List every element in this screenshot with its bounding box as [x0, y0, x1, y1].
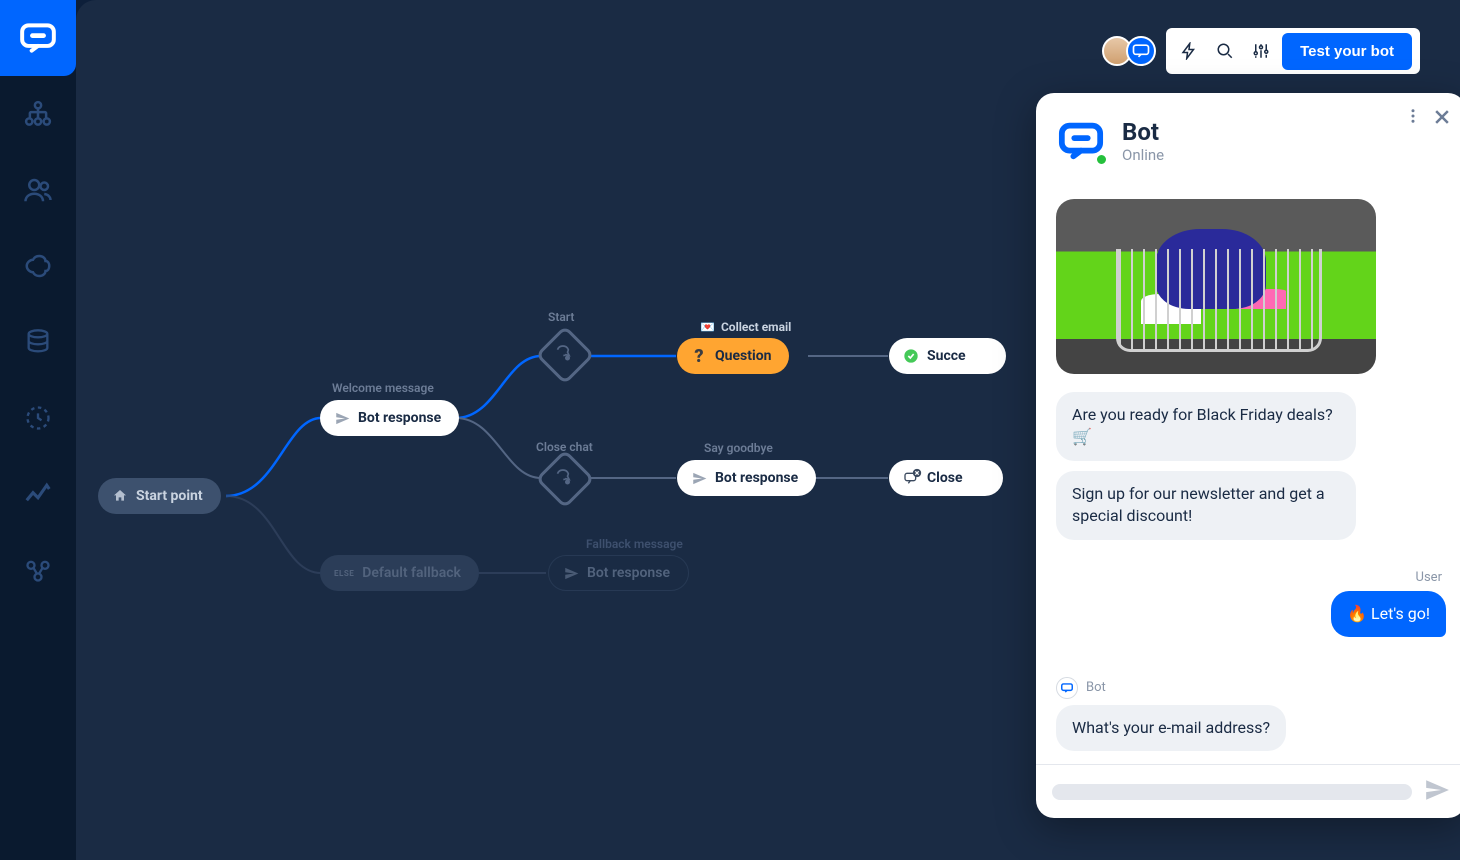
nav-integrations-icon[interactable] [18, 550, 58, 590]
search-icon[interactable] [1210, 36, 1240, 66]
close-chat-icon [903, 470, 919, 486]
test-bot-button[interactable]: Test your bot [1282, 33, 1412, 70]
welcome-message-label: Welcome message [332, 381, 434, 395]
nav-flow-icon[interactable] [18, 94, 58, 134]
chat-bot-label: Bot [1086, 680, 1106, 695]
chat-title: Bot [1122, 118, 1164, 146]
node-success[interactable]: Succe [889, 338, 1006, 374]
say-goodbye-label: Say goodbye [704, 441, 773, 455]
check-circle-icon [903, 348, 919, 364]
send-button-icon[interactable] [1424, 777, 1450, 807]
node-label: Close [927, 470, 963, 486]
topbar: Test your bot [1102, 28, 1420, 74]
chat-bot-message: Are you ready for Black Friday deals? 🛒 [1056, 392, 1356, 461]
bot-avatar-small-icon [1056, 677, 1078, 699]
chat-text-input[interactable] [1052, 784, 1412, 800]
node-start-point[interactable]: Start point [98, 478, 221, 514]
send-icon [691, 470, 707, 486]
else-badge: ELSE [334, 569, 354, 578]
home-icon [112, 488, 128, 504]
nav-analytics-icon[interactable] [18, 474, 58, 514]
flow-canvas[interactable]: Test your bot Start point Welcome messag… [76, 0, 1460, 860]
node-label: Bot response [715, 470, 798, 486]
kebab-menu-icon[interactable] [1404, 107, 1422, 131]
collect-email-text: Collect email [721, 320, 791, 334]
close-icon[interactable] [1432, 107, 1452, 131]
node-bot-response-goodbye[interactable]: Bot response [677, 460, 816, 496]
nav-ai-icon[interactable] [18, 246, 58, 286]
start-branch-label: Start [548, 310, 574, 324]
app-logo[interactable] [0, 0, 76, 76]
online-indicator [1095, 153, 1108, 166]
node-branch-close[interactable] [535, 449, 594, 508]
avatar-user2[interactable] [1126, 36, 1156, 66]
fallback-message-label: Fallback message [586, 537, 683, 551]
nav-database-icon[interactable] [18, 322, 58, 362]
user-input-icon [555, 467, 575, 491]
send-icon [563, 565, 579, 581]
collect-email-label: 💌 Collect email [700, 320, 791, 334]
node-label: Question [715, 348, 771, 364]
node-bot-response-fallback[interactable]: Bot response [548, 555, 689, 591]
node-close-chat[interactable]: Close [889, 460, 1003, 496]
mail-icon: 💌 [700, 320, 715, 334]
node-bot-response-welcome[interactable]: Bot response [320, 400, 459, 436]
chat-body[interactable]: Are you ready for Black Friday deals? 🛒 … [1036, 189, 1460, 764]
chat-status: Online [1122, 146, 1164, 164]
user-input-icon [555, 343, 575, 367]
settings-sliders-icon[interactable] [1246, 36, 1276, 66]
nav-users-icon[interactable] [18, 170, 58, 210]
nav-history-icon[interactable] [18, 398, 58, 438]
chat-bot-message: What's your e-mail address? [1056, 705, 1286, 751]
node-label: Start point [136, 488, 203, 504]
chat-input-bar [1036, 764, 1460, 818]
node-default-fallback[interactable]: ELSE Default fallback [320, 555, 479, 591]
send-icon [334, 410, 350, 426]
node-label: Bot response [587, 565, 670, 581]
chat-user-message: 🔥 Let's go! [1331, 591, 1446, 637]
lightning-icon[interactable] [1174, 36, 1204, 66]
chat-preview: Bot Online Are you ready for Black Frida… [1036, 93, 1460, 818]
question-icon: ? [691, 348, 707, 364]
chat-header: Bot Online [1036, 93, 1460, 189]
node-label: Succe [927, 348, 966, 364]
chat-bot-avatar [1058, 118, 1104, 164]
chat-bot-message: Sign up for our newsletter and get a spe… [1056, 471, 1356, 540]
node-label: Bot response [358, 410, 441, 426]
toolbar-actions: Test your bot [1166, 28, 1420, 74]
node-branch-start[interactable] [535, 325, 594, 384]
node-label: Default fallback [362, 565, 461, 581]
chat-image [1056, 199, 1376, 374]
node-question[interactable]: ? Question [677, 338, 789, 374]
sidebar [0, 0, 76, 860]
chat-user-label: User [1056, 570, 1442, 585]
